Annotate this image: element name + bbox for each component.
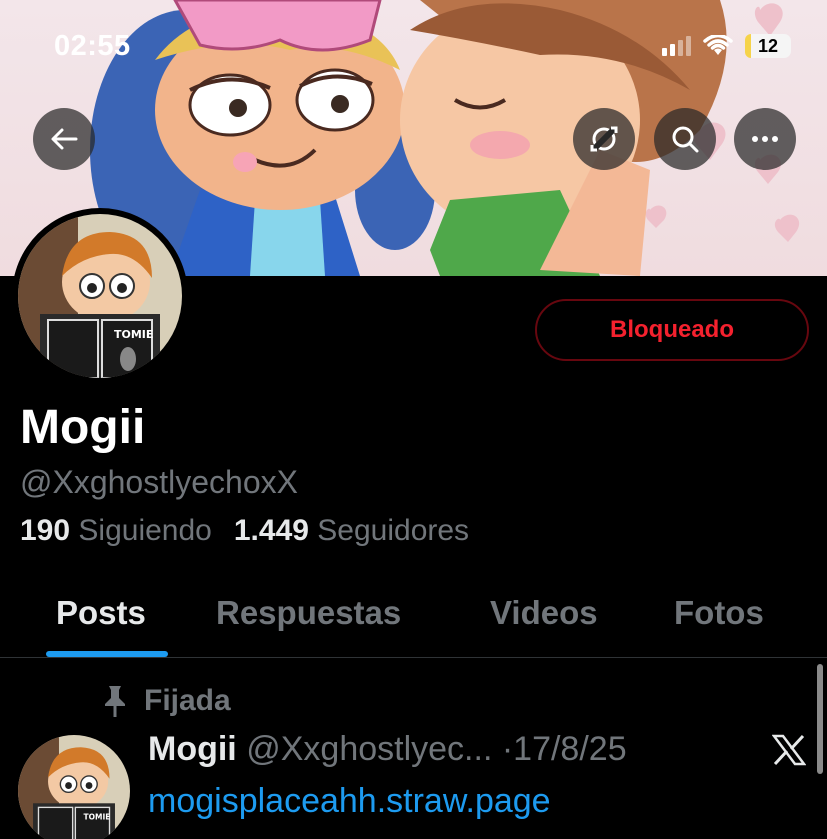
followers-count: 1.449 bbox=[233, 514, 309, 547]
pinned-indicator: Fijada bbox=[100, 684, 231, 718]
profile-name: Mogii bbox=[20, 401, 146, 454]
profile-avatar[interactable]: TOMIE bbox=[12, 208, 188, 384]
arrow-left-icon bbox=[51, 128, 78, 150]
follow-stats: 190 Siguiendo 1.449 Seguidores bbox=[20, 514, 469, 548]
post-date[interactable]: 17/8/25 bbox=[513, 730, 626, 768]
blocked-button[interactable]: Bloqueado bbox=[535, 299, 809, 361]
followers-stat[interactable]: 1.449 Seguidores bbox=[234, 514, 469, 548]
x-logo-icon bbox=[772, 734, 806, 766]
following-stat[interactable]: 190 Siguiendo bbox=[20, 514, 212, 548]
search-button[interactable] bbox=[654, 108, 716, 170]
followers-label: Seguidores bbox=[317, 514, 470, 547]
search-icon bbox=[672, 126, 699, 153]
battery-level bbox=[745, 34, 751, 58]
profile-handle: @XxghostlyechoxX bbox=[20, 464, 298, 500]
post-link[interactable]: mogisplaceahh.straw.page bbox=[148, 782, 551, 821]
back-button[interactable] bbox=[33, 108, 95, 170]
pin-icon bbox=[105, 686, 125, 717]
more-button[interactable] bbox=[734, 108, 796, 170]
svg-text:TOMIE: TOMIE bbox=[84, 813, 111, 822]
scrollbar[interactable] bbox=[817, 664, 823, 774]
status-time: 02:55 bbox=[54, 30, 131, 62]
refresh-button[interactable] bbox=[573, 108, 635, 170]
following-label: Siguiendo bbox=[78, 514, 212, 547]
more-horizontal-icon bbox=[752, 136, 778, 142]
profile-tabs: Posts Respuestas Videos Fotos bbox=[0, 586, 827, 658]
pinned-label: Fijada bbox=[144, 684, 231, 717]
refresh-icon bbox=[590, 125, 618, 153]
post-author-handle[interactable]: @Xxghostlyec... bbox=[246, 730, 492, 768]
tab-photos[interactable]: Fotos bbox=[674, 594, 764, 632]
battery-icon: 12 bbox=[745, 34, 791, 58]
post-avatar-illustration: TOMIE bbox=[18, 735, 130, 839]
tabs-divider bbox=[0, 657, 827, 658]
battery-percentage: 12 bbox=[757, 35, 779, 56]
tab-posts[interactable]: Posts bbox=[56, 594, 146, 632]
post-author-avatar[interactable]: TOMIE bbox=[18, 735, 130, 839]
post-author-name[interactable]: Mogii bbox=[148, 730, 237, 768]
wifi-icon bbox=[703, 35, 733, 55]
tab-replies[interactable]: Respuestas bbox=[216, 594, 401, 632]
post-header: Mogii @Xxghostlyec... ·17/8/25 bbox=[148, 730, 627, 769]
cellular-signal-icon bbox=[662, 36, 691, 56]
svg-text:TOMIE: TOMIE bbox=[114, 328, 153, 341]
tab-videos[interactable]: Videos bbox=[490, 594, 598, 632]
post-separator: · bbox=[501, 730, 514, 768]
following-count: 190 bbox=[20, 514, 71, 547]
status-icons: 12 bbox=[662, 34, 791, 58]
avatar-illustration: TOMIE bbox=[18, 214, 182, 378]
